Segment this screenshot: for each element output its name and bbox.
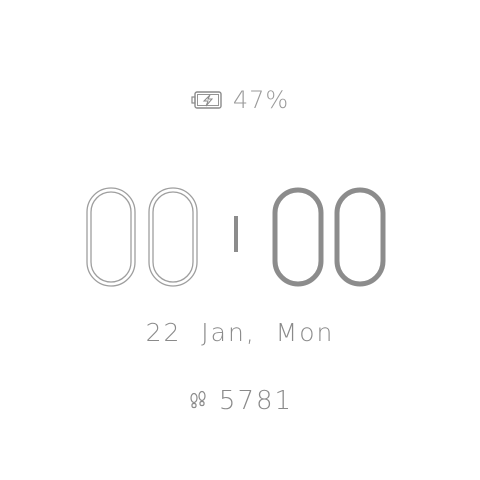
clock-hours-text: 00 [0, 290, 1, 291]
clock-minutes-text: 00 [0, 290, 1, 291]
footsteps-icon [187, 390, 209, 412]
date-display: 22 Jan, Mon [145, 318, 335, 347]
clock-hours [86, 187, 198, 287]
clock-minutes [272, 187, 386, 287]
clock: 00 00 [0, 186, 480, 290]
battery-percent: 47% [232, 86, 290, 114]
steps-count: 5781 [218, 386, 294, 416]
clock-separator [234, 216, 238, 252]
step-counter: 5781 [0, 386, 480, 416]
battery-charging-icon [191, 89, 225, 111]
battery-status: 47% [0, 86, 480, 114]
watch-face: 47% 00 00 22 Jan, Mon [0, 0, 480, 480]
